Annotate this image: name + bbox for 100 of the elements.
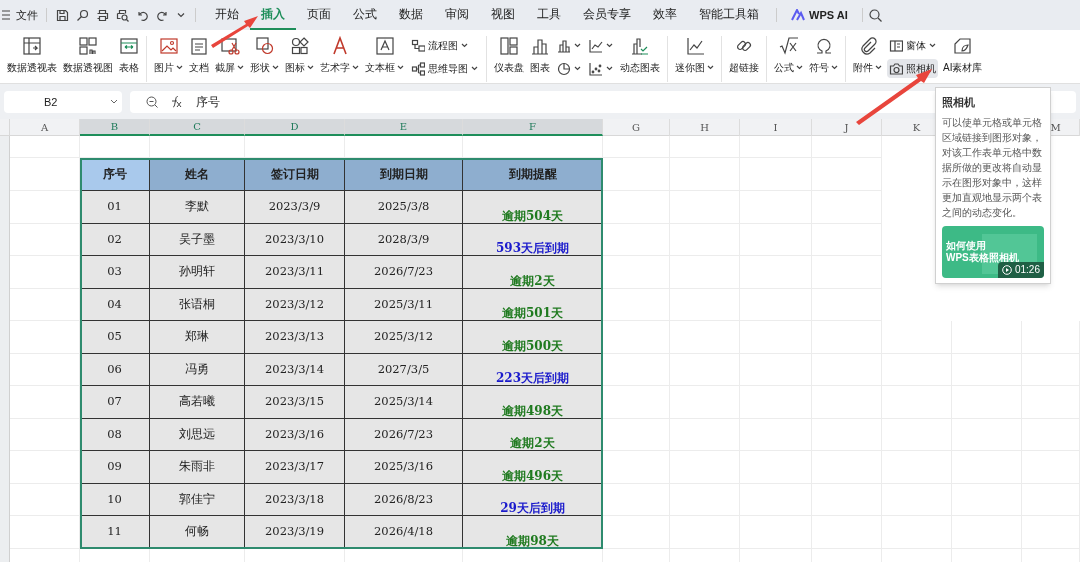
- empty-cell[interactable]: [80, 136, 150, 158]
- menu-tab[interactable]: 页面: [296, 0, 342, 30]
- print-preview-icon[interactable]: [116, 8, 129, 22]
- ribbon-button[interactable]: 表格: [116, 36, 142, 80]
- name-box[interactable]: B2: [4, 91, 122, 113]
- ribbon-button[interactable]: 数据透视图: [60, 36, 116, 80]
- empty-cell[interactable]: [245, 136, 345, 158]
- menu-tab[interactable]: 审阅: [434, 0, 480, 30]
- save-icon[interactable]: [56, 8, 69, 22]
- reminder-text: 29天后到期: [500, 501, 565, 515]
- chevron-down-icon: [110, 99, 118, 105]
- document-icon: [189, 36, 209, 56]
- ribbon-button[interactable]: 图标: [282, 36, 317, 80]
- table-cell: 2023/3/16: [245, 418, 345, 451]
- column-header[interactable]: I: [740, 119, 812, 136]
- row-header[interactable]: [0, 548, 10, 562]
- ribbon-button[interactable]: 超链接: [726, 36, 762, 80]
- table-cell: 2025/3/16: [345, 451, 463, 484]
- form-icon: [889, 38, 903, 53]
- table-cell: 2026/8/23: [345, 483, 463, 516]
- column-header[interactable]: F: [463, 119, 603, 136]
- dashboard-icon: [499, 36, 519, 56]
- table-cell: 02: [80, 223, 150, 256]
- column-header[interactable]: G: [603, 119, 670, 136]
- menu-tab[interactable]: 公式: [342, 0, 388, 30]
- table-cell: 李默: [150, 191, 245, 224]
- ribbon-button[interactable]: 形状: [247, 36, 282, 80]
- menu-tab[interactable]: 工具: [526, 0, 572, 30]
- ribbon-button[interactable]: 文本框: [362, 36, 407, 80]
- table-cell: 2026/4/18: [345, 516, 463, 549]
- table-cell: 03: [80, 256, 150, 289]
- empty-cell[interactable]: [150, 136, 245, 158]
- video-title: WPS表格照相机: [946, 251, 1019, 264]
- empty-cell[interactable]: [463, 136, 603, 158]
- chevron-down-icon[interactable]: [176, 10, 186, 20]
- play-icon: [1001, 264, 1012, 275]
- menu-tab[interactable]: 开始: [204, 0, 250, 30]
- menu-tab[interactable]: 会员专享: [572, 0, 642, 30]
- empty-cell[interactable]: [345, 136, 463, 158]
- menu-tab[interactable]: 数据: [388, 0, 434, 30]
- ai-tab[interactable]: WPS AI: [783, 6, 856, 24]
- ribbon-button[interactable]: 符号: [806, 36, 841, 80]
- empty-cell[interactable]: [603, 136, 670, 158]
- menu-tab[interactable]: 效率: [642, 0, 688, 30]
- print-icon[interactable]: [96, 8, 109, 22]
- table-cell: 2028/3/9: [345, 223, 463, 256]
- table-cell: 2023/3/14: [245, 353, 345, 386]
- empty-cell[interactable]: [812, 136, 882, 158]
- menu-button[interactable]: 文件: [16, 6, 38, 24]
- search-icon[interactable]: [868, 8, 882, 22]
- column-header[interactable]: E: [345, 119, 463, 136]
- ribbon-button[interactable]: 截屏: [212, 36, 247, 80]
- table-cell: 吴子墨: [150, 223, 245, 256]
- square-root-icon: [778, 36, 799, 56]
- chart-icon: [630, 36, 650, 56]
- column-header[interactable]: C: [150, 119, 245, 136]
- ribbon-button[interactable]: 思维导图: [409, 59, 480, 78]
- ribbon-button[interactable]: 仪表盘: [491, 36, 527, 80]
- empty-cell[interactable]: [670, 136, 740, 158]
- table-cell: 2025/3/11: [345, 288, 463, 321]
- reminder-text: 593天后到期: [495, 241, 570, 255]
- ribbon-button[interactable]: 附件: [850, 36, 885, 80]
- reminder-text: 逾期496天: [501, 468, 564, 483]
- ribbon-button[interactable]: 迷你图: [672, 36, 717, 80]
- empty-cell[interactable]: [740, 136, 812, 158]
- ribbon-button[interactable]: 图表: [527, 36, 553, 80]
- video-thumbnail[interactable]: 如何使用 WPS表格照相机 01:26: [942, 225, 1044, 278]
- ribbon-button[interactable]: 动态图表: [617, 36, 663, 80]
- cell-reference: B2: [43, 94, 58, 110]
- menu-tab[interactable]: 智能工具箱: [688, 0, 770, 30]
- ribbon-button[interactable]: 文档: [186, 36, 212, 80]
- table-cell: 08: [80, 418, 150, 451]
- bar-chart-icon: [557, 38, 571, 53]
- ribbon-button[interactable]: 图片: [151, 36, 186, 80]
- ribbon-button[interactable]: 公式: [771, 36, 806, 80]
- logo-icon: [791, 9, 805, 21]
- ribbon-button[interactable]: 流程图: [409, 36, 480, 55]
- reminder-text: 223天后到期: [495, 371, 570, 385]
- menu-tab[interactable]: 视图: [480, 0, 526, 30]
- menu-icon[interactable]: [2, 10, 10, 20]
- column-header[interactable]: H: [670, 119, 740, 136]
- table-cell: 05: [80, 321, 150, 354]
- formula-text: 序号: [196, 94, 220, 111]
- ribbon-button[interactable]: AI素材库: [940, 36, 986, 80]
- table-cell: 10: [80, 483, 150, 516]
- flowchart-icon: [411, 38, 425, 53]
- ribbon-button[interactable]: 窗体: [887, 36, 938, 55]
- column-header[interactable]: D: [245, 119, 345, 136]
- ribbon-button[interactable]: 艺术字: [317, 36, 362, 80]
- zoom-icon[interactable]: [146, 96, 158, 108]
- table-cell: 06: [80, 353, 150, 386]
- shapes-grid-icon: [289, 36, 310, 56]
- tooltip-title: 照相机: [942, 95, 976, 110]
- row-header[interactable]: [0, 136, 10, 158]
- table-header-cell: 姓名: [150, 158, 245, 191]
- table-cell: 张语桐: [150, 288, 245, 321]
- table-icon: [119, 36, 139, 56]
- column-header[interactable]: B: [80, 119, 150, 136]
- table-cell: 2026/7/23: [345, 256, 463, 289]
- ribbon-button[interactable]: 数据透视表: [4, 36, 60, 80]
